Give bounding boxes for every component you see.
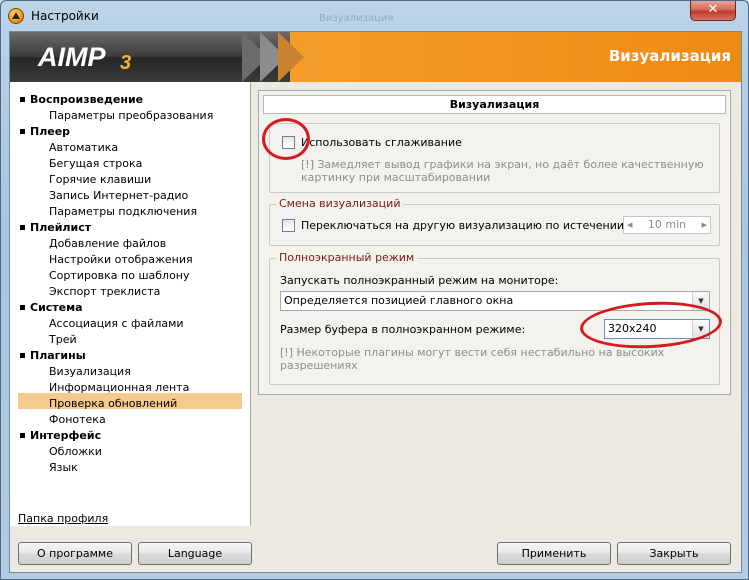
tree-group-player[interactable]: Плеер [20,125,70,138]
section-title: Визуализация [263,95,726,114]
tree-item-adding-files[interactable]: Добавление файлов [49,237,166,250]
tree-group-interface[interactable]: Интерфейс [20,429,101,442]
footer-bar: О программе Language Применить Закрыть [10,526,741,572]
tree-item-skins[interactable]: Обложки [49,445,102,458]
smoothing-group: Использовать сглаживание [!] Замедляет в… [269,123,720,193]
about-button[interactable]: О программе [18,542,132,565]
tree-item-language[interactable]: Язык [49,461,78,474]
tree-group-label: Плеер [30,125,71,138]
tree-item-ticker[interactable]: Бегущая строка [49,157,142,170]
fullscreen-hint: [!] Некоторые плагины могут вести себя н… [280,346,665,372]
smoothing-label: Использовать сглаживание [301,136,462,149]
bullet-icon [20,97,25,102]
aimp-app-icon [8,8,24,24]
buffer-size-label: Размер буфера в полноэкранном режиме: [280,323,526,336]
tree-item-info-feed[interactable]: Информационная лента [49,381,189,394]
header-banner: AIMP 3 Визуализация [10,32,741,82]
close-window-button[interactable]: ✕ [690,1,736,21]
tree-group-playback[interactable]: Воспроизведение [20,93,143,106]
monitor-select-value: Определяется позицией главного окна [284,294,514,307]
switch-visualization-group: Смена визуализаций Переключаться на друг… [269,197,720,246]
tree-group-playlist[interactable]: Плейлист [20,221,91,234]
monitor-label: Запускать полноэкранный режим на монитор… [280,274,559,287]
tree-item-automation[interactable]: Автоматика [49,141,118,154]
header-title: Визуализация [608,47,731,65]
aimp-logo-version: 3 [120,52,132,74]
interval-spinner[interactable]: ◂ 10 min ▸ [623,216,711,234]
content-frame: Визуализация Использовать сглаживание [!… [258,90,731,395]
tree-group-label: Воспроизведение [30,93,144,106]
tree-item-file-association[interactable]: Ассоциация с файлами [49,317,184,330]
title-bar[interactable]: Настройки Визуализация ✕ [1,1,748,31]
tree-item-tray[interactable]: Трей [49,333,77,346]
annotation-circle-checkbox [262,118,310,160]
profile-folder-link[interactable]: Папка профиля [18,512,108,525]
smoothing-hint: [!] Замедляет вывод графики на экран, но… [301,158,704,184]
close-icon: ✕ [707,2,719,17]
fullscreen-legend: Полноэкранный режим [276,251,418,264]
tree-item-update-check[interactable]: Проверка обновлений [49,397,177,410]
bullet-icon [20,353,25,358]
tree-group-system[interactable]: Система [20,301,83,314]
switch-visualization-legend: Смена визуализаций [276,197,404,210]
tree-item-connection[interactable]: Параметры подключения [49,205,197,218]
settings-tree: Воспроизведение Параметры преобразования… [10,82,251,526]
interval-value: 10 min [647,218,687,231]
tree-group-label: Плагины [30,349,86,362]
bullet-icon [20,433,25,438]
tree-item-hotkeys[interactable]: Горячие клавиши [49,173,151,186]
tree-group-plugins[interactable]: Плагины [20,349,86,362]
bullet-icon [20,225,25,230]
settings-content: Визуализация Использовать сглаживание [!… [258,90,736,395]
aimp-logo: AIMP [38,42,106,72]
close-button[interactable]: Закрыть [617,542,731,565]
background-window-title: Визуализация [319,13,394,24]
tree-item-template-sorting[interactable]: Сортировка по шаблону [49,269,190,282]
tree-item-conversion[interactable]: Параметры преобразования [49,109,213,122]
tree-item-display-settings[interactable]: Настройки отображения [49,253,193,266]
spin-right-icon[interactable]: ▸ [701,217,707,233]
tree-group-label: Интерфейс [30,429,102,442]
tree-item-radio-recording[interactable]: Запись Интернет-радио [49,189,188,202]
tree-group-label: Плейлист [30,221,92,234]
switch-visualization-label: Переключаться на другую визуализацию по … [301,219,628,232]
client-area: AIMP 3 Визуализация Воспроизведение Пара… [9,31,742,573]
bullet-icon [20,305,25,310]
switch-visualization-checkbox[interactable] [282,219,295,232]
tree-group-label: Система [30,301,83,314]
settings-window: Настройки Визуализация ✕ AIMP 3 Визуализ… [0,0,749,580]
bullet-icon [20,129,25,134]
tree-item-library[interactable]: Фонотека [49,413,106,426]
tree-item-visualization[interactable]: Визуализация [49,365,131,378]
chevron-decoration-icon [278,32,304,82]
tree-item-tracklist-export[interactable]: Экспорт треклиста [49,285,160,298]
window-title: Настройки [31,9,99,23]
apply-button[interactable]: Применить [497,542,611,565]
language-button[interactable]: Language [138,542,252,565]
